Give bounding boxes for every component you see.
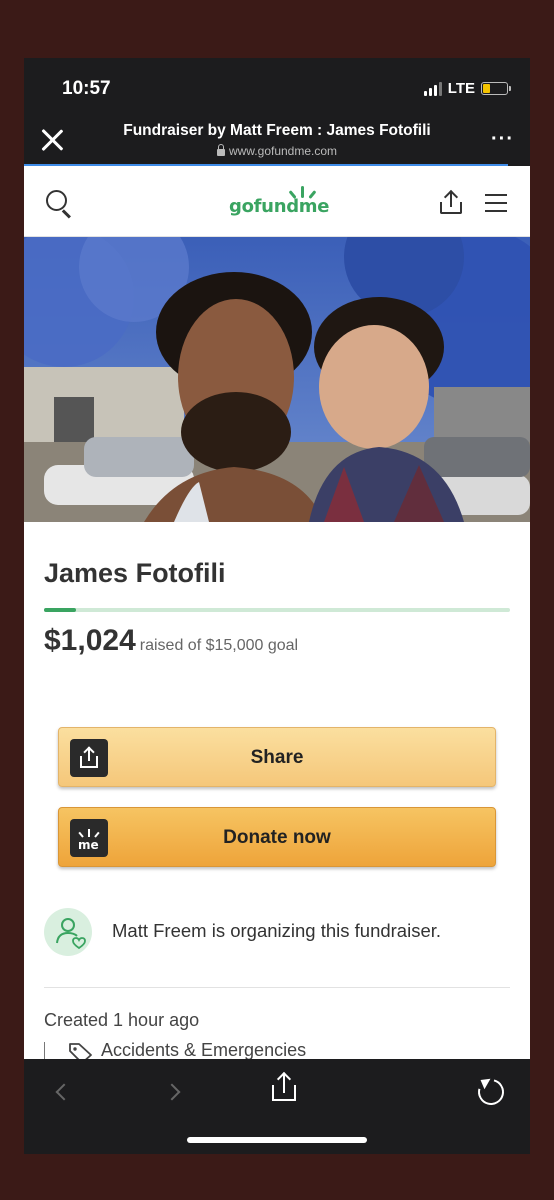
goal-progress-bar [44, 608, 510, 612]
browser-title: Fundraiser by Matt Freem : James Fotofil… [123, 122, 431, 139]
browser-url: www.gofundme.com [84, 144, 470, 158]
browser-toolbar [24, 1059, 530, 1154]
reload-icon[interactable] [473, 1074, 509, 1110]
battery-icon [481, 82, 511, 95]
share-icon[interactable] [440, 189, 462, 214]
share-button-label: Share [250, 747, 304, 768]
gofundme-me-icon: me [70, 819, 108, 857]
home-indicator[interactable] [187, 1137, 367, 1143]
organizer-row: Matt Freem is organizing this fundraiser… [44, 908, 510, 988]
raised-amount: $1,024 [44, 624, 136, 657]
url-text: www.gofundme.com [228, 144, 338, 158]
chevron-left-icon[interactable] [48, 1077, 78, 1107]
donate-button-label: Donate now [223, 827, 331, 848]
tag-icon [69, 1043, 92, 1059]
status-bar: 10:57 LTE [24, 58, 530, 118]
browser-bar: Fundraiser by Matt Freem : James Fotofil… [24, 118, 530, 166]
campaign-title: James Fotofili [44, 558, 226, 588]
logo-rays-icon [288, 184, 318, 199]
raised-summary: $1,024 raised of $15,000 goal [44, 624, 298, 658]
share-button[interactable]: Share [58, 727, 496, 787]
organizer-heart-icon [44, 908, 92, 956]
lock-icon [216, 144, 225, 156]
category-label[interactable]: Accidents & Emergencies [101, 1040, 306, 1059]
status-indicators: LTE [423, 80, 511, 97]
more-icon[interactable]: ··· [491, 128, 514, 151]
web-content: gofundme James Fotofili $1,024 raised of… [24, 166, 530, 1059]
campaign-photo-image [24, 237, 530, 522]
phone-screen: 10:57 LTE Fundraiser by Matt Freem : Jam… [24, 58, 530, 1154]
share-icon[interactable] [269, 1071, 299, 1103]
site-header: gofundme [24, 166, 530, 237]
status-time: 10:57 [62, 78, 111, 99]
created-time: Created 1 hour ago [44, 1010, 200, 1030]
search-icon[interactable] [46, 190, 72, 216]
goal-text: raised of $15,000 goal [139, 637, 299, 654]
share-icon [70, 739, 108, 777]
menu-icon[interactable] [485, 194, 507, 212]
goal-progress-fill [44, 608, 76, 612]
close-icon[interactable] [38, 126, 66, 154]
network-label: LTE [447, 80, 475, 97]
gofundme-logo[interactable]: gofundme [229, 196, 329, 217]
chevron-right-icon[interactable] [162, 1077, 192, 1107]
signal-icon [423, 81, 442, 96]
organizer-text: Matt Freem is organizing this fundraiser… [112, 920, 442, 941]
campaign-photo [24, 237, 530, 522]
donate-button[interactable]: me Donate now [58, 807, 496, 867]
